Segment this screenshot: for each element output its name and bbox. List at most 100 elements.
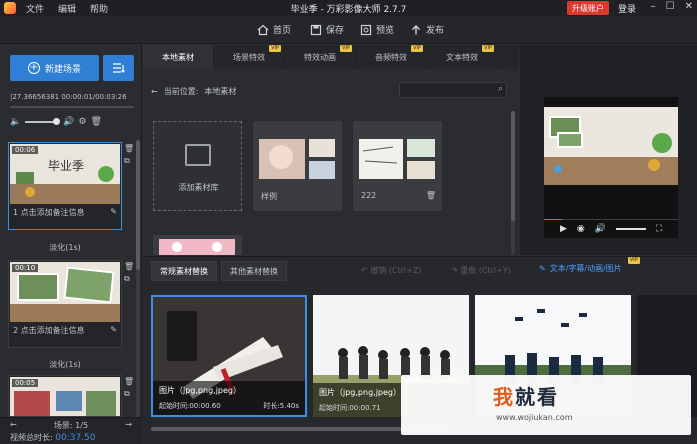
volume-slider-knob[interactable]	[53, 118, 61, 125]
scene-2-actions: 🗑 ⧉	[124, 262, 134, 284]
vip-badge: VIP	[482, 45, 494, 52]
volume-slider[interactable]	[616, 228, 646, 230]
scene-progress-track[interactable]	[10, 106, 134, 108]
vip-badge: VIP	[411, 45, 423, 52]
save-icon	[310, 24, 322, 35]
play-icon[interactable]: ▶	[560, 224, 567, 234]
transition-label[interactable]: 淡化(1s)	[0, 359, 130, 370]
preview-button[interactable]: 预览	[360, 23, 394, 36]
copy-icon[interactable]: ⧉	[124, 389, 134, 399]
timeline-readout: |27.36656381 00:00:01/00:03:26	[10, 93, 127, 101]
location-value: 本地素材	[204, 86, 237, 96]
scene-1-actions: 🗑 ⧉	[124, 144, 134, 166]
upload-icon	[412, 24, 420, 34]
scene-list-scrollbar[interactable]	[136, 140, 140, 430]
new-scene-button[interactable]: + 新建场景	[10, 55, 99, 81]
upgrade-account-button[interactable]: 升级账户	[567, 1, 609, 15]
scrollbar-thumb[interactable]	[136, 140, 140, 270]
home-button[interactable]: 首页	[257, 23, 291, 36]
camera-icon[interactable]: ◉	[577, 224, 585, 234]
svg-text:毕业季: 毕业季	[48, 159, 84, 173]
tab-text-effects[interactable]: 文本特效 VIP	[427, 45, 498, 69]
trash-icon[interactable]: 🗑	[124, 262, 134, 271]
clip-duration: 时长:5.40s	[263, 402, 299, 410]
undo-button[interactable]: ↶ 撤销 (Ctrl+Z)	[361, 265, 421, 276]
volume-slider[interactable]	[25, 118, 61, 125]
menu-edit[interactable]: 编辑	[58, 2, 76, 15]
scene-3-actions: 🗑 ⧉	[124, 377, 134, 399]
close-icon[interactable]: ✕	[685, 1, 693, 12]
scene-footer: ← 场景: 1/5 → 视频总时长: 00:37.50	[0, 417, 142, 444]
trash-icon[interactable]: 🗑	[124, 377, 134, 386]
publish-button[interactable]: 发布	[410, 23, 444, 36]
copy-icon[interactable]: ⧉	[124, 156, 134, 166]
trash-icon[interactable]: 🗑	[426, 191, 436, 200]
volume-up-icon[interactable]: 🔊	[63, 117, 74, 127]
back-arrow-icon[interactable]: ←	[151, 87, 158, 96]
scene-note[interactable]: 1 点击添加备注信息	[13, 207, 85, 218]
search-icon[interactable]: ⌕	[498, 84, 503, 94]
preview-label: 预览	[376, 26, 395, 36]
add-library-tile[interactable]: 添加素材库	[153, 121, 242, 211]
folder-preview	[359, 139, 435, 179]
redo-button[interactable]: ↷ 重做 (Ctrl+Y)	[451, 265, 511, 276]
copy-icon[interactable]: ⧉	[124, 274, 134, 284]
scene-item-2[interactable]: 00:10 2 点击添加备注信息 ✎	[8, 260, 122, 348]
main-toolbar: 首页 保存 预览 发布	[0, 16, 697, 44]
edit-pencil-icon[interactable]: ✎	[110, 207, 117, 216]
scene-list-menu-button[interactable]	[103, 55, 134, 81]
watermark-logo: 我就看	[493, 385, 559, 409]
scene-panel: + 新建场景 |27.36656381 00:00:01/00:03:26 🔈 …	[0, 45, 142, 444]
trash-icon[interactable]: 🗑	[91, 117, 102, 127]
folder-name: 样例	[261, 192, 277, 201]
scene-item-3[interactable]: 00:05	[8, 375, 122, 417]
tab-audio-effects[interactable]: 音频特效 VIP	[356, 45, 427, 69]
pencil-icon: ✎	[539, 264, 546, 273]
tab-scene-effects[interactable]: 场景特效 VIP	[214, 45, 285, 69]
fullscreen-icon[interactable]: ⛶	[656, 224, 662, 234]
tab-local-material[interactable]: 本地素材	[143, 45, 214, 69]
edit-pencil-icon[interactable]: ✎	[110, 325, 117, 334]
scene-item-1[interactable]: 毕业季 00:06 1 点击添加备注信息 ✎	[8, 142, 122, 230]
folder-222[interactable]: 222 🗑	[353, 121, 442, 211]
scrollbar-thumb[interactable]	[511, 111, 515, 221]
tab-regular-replace[interactable]: 常规素材替换	[151, 261, 217, 281]
volume-down-icon[interactable]: 🔈	[10, 117, 21, 127]
clip-start-time: 起始时间:00:00.60	[159, 402, 221, 410]
new-scene-label: 新建场景	[44, 64, 81, 75]
clip-start-time: 起始时间:00:00.71	[319, 404, 381, 412]
watermark-url: www.wojiukan.com	[496, 413, 573, 422]
library-tabs: 本地素材 场景特效 VIP 特效动画 VIP 音频特效 VIP 文本特效 VIP	[143, 45, 519, 69]
material-library: 本地素材 场景特效 VIP 特效动画 VIP 音频特效 VIP 文本特效 VIP ← 当…	[143, 45, 519, 255]
login-link[interactable]: 登录	[618, 2, 636, 15]
clip-type: 图片（jpg,png,jpeg）	[159, 386, 241, 395]
folder-sample[interactable]: 样例	[253, 121, 342, 211]
folder-preview	[159, 239, 235, 255]
plus-circle-icon: +	[27, 62, 40, 74]
menu-bar: 文件 编辑 帮助	[26, 2, 108, 15]
volume-icon[interactable]: 🔊	[595, 224, 606, 234]
trash-icon[interactable]: 🗑	[124, 144, 134, 153]
minimize-icon[interactable]: –	[651, 1, 656, 12]
folder-name: 222	[361, 191, 377, 200]
save-button[interactable]: 保存	[310, 23, 344, 36]
text-subtitle-animation-image-link[interactable]: ✎ 文本/字幕/动画/图片 VIP	[539, 257, 640, 274]
next-scene-arrow-icon[interactable]: →	[125, 420, 132, 431]
clip-item-1[interactable]: 图片（jpg,png,jpeg） 起始时间:00:00.60 时长:5.40s	[151, 295, 307, 417]
tab-other-replace[interactable]: 其他素材替换	[221, 261, 287, 281]
library-scrollbar[interactable]	[511, 111, 515, 255]
folder-third[interactable]	[153, 235, 242, 255]
transition-label[interactable]: 淡化(1s)	[0, 242, 130, 253]
vip-badge: VIP	[627, 257, 640, 264]
menu-file[interactable]: 文件	[26, 2, 44, 15]
scene-note[interactable]: 2 点击添加备注信息	[13, 325, 85, 336]
menu-help[interactable]: 帮助	[90, 2, 108, 15]
home-icon	[257, 24, 269, 35]
prev-scene-arrow-icon[interactable]: ←	[10, 420, 17, 431]
preview-screen[interactable]	[544, 97, 678, 219]
settings-gear-icon[interactable]: ⚙	[78, 117, 86, 127]
maximize-icon[interactable]: ☐	[666, 1, 675, 12]
tab-effect-animation[interactable]: 特效动画 VIP	[285, 45, 356, 69]
scene-duration-badge: 00:06	[12, 146, 39, 154]
search-input[interactable]: ⌕	[399, 82, 507, 98]
